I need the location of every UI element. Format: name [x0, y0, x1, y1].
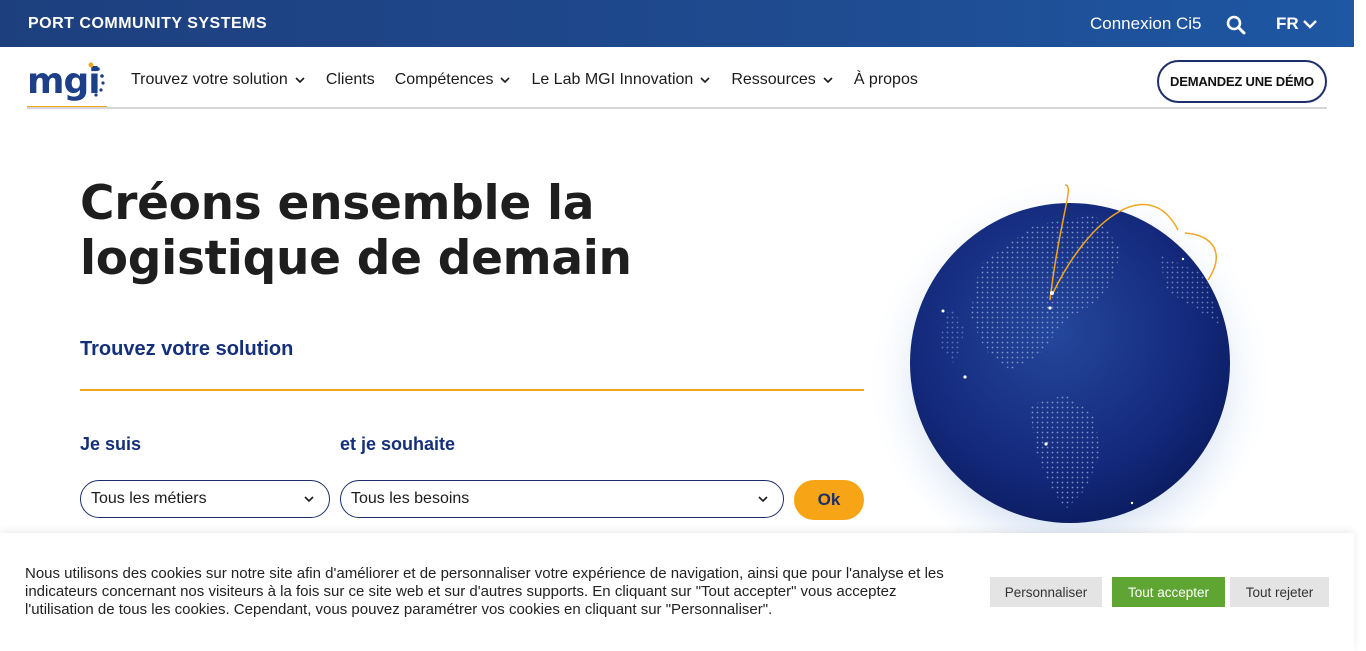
chevron-down-icon [304, 496, 314, 503]
logo-dots-icon [88, 62, 105, 97]
top-bar: PORT COMMUNITY SYSTEMS Connexion Ci5 FR [0, 0, 1354, 47]
main-navigation: mgi Trouvez votre solution Clients Compé… [0, 47, 1366, 109]
globe-illustration [865, 155, 1275, 535]
need-select-value: Tous les besoins [351, 490, 470, 507]
nav-item-ressources[interactable]: Ressources [731, 71, 833, 89]
mgi-logo[interactable]: mgi [27, 59, 107, 109]
cookie-accept-all-button[interactable]: Tout accepter [1112, 577, 1225, 607]
role-label: Je suis [80, 434, 142, 454]
cookie-reject-all-button[interactable]: Tout rejeter [1230, 577, 1329, 607]
chevron-down-icon [700, 77, 710, 84]
login-link[interactable]: Connexion Ci5 [1090, 14, 1202, 34]
nav-divider [27, 107, 1327, 109]
chevron-down-icon [295, 77, 305, 84]
language-selector[interactable]: FR [1276, 14, 1317, 34]
hero-title: Créons ensemble la logistique de demain [80, 176, 632, 286]
role-select-value: Tous les métiers [91, 490, 207, 507]
port-community-systems-link[interactable]: PORT COMMUNITY SYSTEMS [28, 15, 267, 33]
nav-item-competences[interactable]: Compétences [395, 71, 512, 89]
cookie-customize-button[interactable]: Personnaliser [990, 577, 1102, 607]
request-demo-button[interactable]: DEMANDEZ UNE DÉMO [1157, 60, 1327, 103]
chevron-down-icon [500, 77, 511, 84]
search-icon[interactable] [1226, 15, 1246, 35]
nav-item-solutions[interactable]: Trouvez votre solution [131, 71, 306, 89]
cookie-message: Nous utilisons des cookies sur notre sit… [25, 565, 944, 618]
nav-item-label: Clients [325, 71, 375, 88]
nav-item-label: Ressources [731, 71, 816, 88]
nav-item-lab[interactable]: Le Lab MGI Innovation [531, 71, 711, 89]
need-select[interactable]: Tous les besoins [340, 480, 784, 518]
cookie-banner: Nous utilisons des cookies sur notre sit… [0, 533, 1354, 651]
need-label: et je souhaite [340, 434, 456, 454]
role-select[interactable]: Tous les métiers [80, 480, 330, 518]
nav-menu: Trouvez votre solution Clients Compétenc… [131, 71, 918, 89]
language-label: FR [1276, 14, 1299, 33]
chevron-down-icon [823, 77, 833, 84]
nav-item-label: À propos [853, 71, 918, 88]
nav-item-label: Le Lab MGI Innovation [531, 71, 694, 88]
nav-item-label: Compétences [394, 71, 494, 88]
nav-item-clients[interactable]: Clients [326, 71, 375, 89]
nav-item-label: Trouvez votre solution [131, 71, 288, 88]
solution-finder-title: Trouvez votre solution [80, 338, 294, 360]
chevron-down-icon [1302, 20, 1317, 29]
chevron-down-icon [758, 496, 768, 503]
nav-item-a-propos[interactable]: À propos [854, 71, 918, 89]
solution-finder-divider [80, 389, 864, 391]
ok-button[interactable]: Ok [794, 480, 864, 520]
